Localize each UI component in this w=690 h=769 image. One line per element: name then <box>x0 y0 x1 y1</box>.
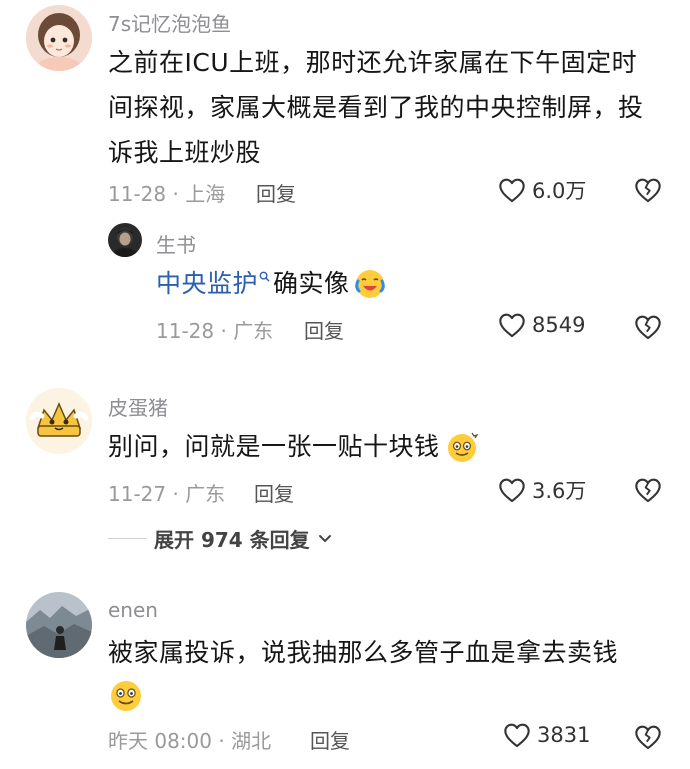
laughing-crying-emoji <box>353 267 387 301</box>
comment-meta: 11-27 · 广东 <box>108 482 226 506</box>
reply-button[interactable]: 回复 <box>256 178 296 207</box>
like-button[interactable]: 3831 <box>503 722 590 748</box>
chevron-down-icon <box>318 534 332 544</box>
comment-text: 被家属投诉，说我抽那么多管子血是拿去卖钱 <box>108 638 619 667</box>
avatar[interactable] <box>108 223 142 257</box>
reply-button[interactable]: 回复 <box>254 478 294 507</box>
like-count: 3831 <box>537 723 591 747</box>
username[interactable]: 7s记忆泡泡鱼 <box>108 8 231 37</box>
broken-heart-icon[interactable] <box>634 477 662 503</box>
reply-body: 确实像 <box>273 269 350 298</box>
broken-heart-icon[interactable] <box>634 177 662 203</box>
reply-meta: 11-28 · 广东 <box>156 319 274 343</box>
search-link[interactable]: 中央监护 <box>156 261 258 306</box>
username[interactable]: enen <box>108 598 158 622</box>
broken-heart-icon[interactable] <box>634 314 662 340</box>
dizzy-smile-emoji <box>444 429 480 465</box>
comment-meta: 11-28 · 上海 <box>108 182 226 206</box>
like-count: 3.6万 <box>532 479 587 503</box>
like-button[interactable]: 6.0万 <box>498 175 586 205</box>
like-count: 6.0万 <box>532 179 587 203</box>
comment-text: 别问，问就是一张一贴十块钱 <box>108 424 480 469</box>
like-count: 8549 <box>532 313 586 337</box>
broken-heart-icon[interactable] <box>634 724 662 750</box>
reply-button[interactable]: 回复 <box>304 315 344 344</box>
username[interactable]: 皮蛋猪 <box>108 392 168 421</box>
heart-outline-icon <box>498 177 526 203</box>
heart-outline-icon <box>498 477 526 503</box>
heart-outline-icon <box>498 312 526 338</box>
comment-meta: 昨天 08:00 · 湖北 <box>108 729 272 753</box>
reply-text: 中央监护 确实像 <box>156 261 387 306</box>
search-icon[interactable] <box>259 271 270 282</box>
comment-text: 之前在ICU上班，那时还允许家属在下午固定时 间探视，家属大概是看到了我的中央控… <box>108 48 644 167</box>
heart-outline-icon <box>503 722 531 748</box>
expand-label: 展开 974 条回复 <box>154 528 310 552</box>
expand-replies-button[interactable]: 展开 974 条回复 <box>108 524 332 553</box>
avatar[interactable] <box>26 388 92 454</box>
avatar[interactable] <box>26 592 92 658</box>
smile-emoji <box>108 678 144 714</box>
like-button[interactable]: 3.6万 <box>498 475 586 505</box>
divider <box>108 538 146 539</box>
reply-button[interactable]: 回复 <box>310 725 350 754</box>
username[interactable]: 生书 <box>156 229 196 258</box>
avatar[interactable] <box>26 5 92 71</box>
like-button[interactable]: 8549 <box>498 312 585 338</box>
